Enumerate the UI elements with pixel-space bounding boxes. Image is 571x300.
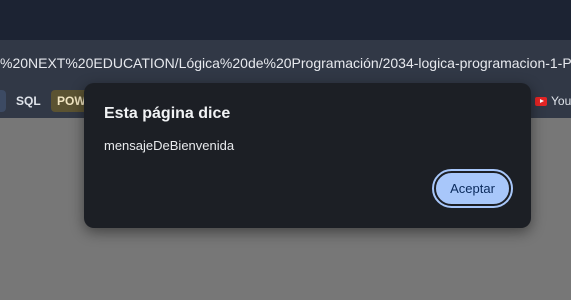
accept-button[interactable]: Aceptar (432, 169, 513, 208)
alert-dialog: Esta página dice mensajeDeBienvenida Ace… (84, 83, 531, 228)
address-url-text[interactable]: %20NEXT%20EDUCATION/Lógica%20de%20Progra… (0, 54, 571, 72)
bookmark-youtube[interactable]: YouTube (533, 90, 571, 112)
dialog-title: Esta página dice (104, 105, 231, 122)
browser-title-bar (0, 0, 571, 40)
bookmark-partial[interactable] (0, 90, 6, 112)
bookmark-youtube-label: YouTube (551, 94, 571, 108)
dialog-message: mensajeDeBienvenida (104, 138, 235, 153)
bookmark-sql[interactable]: SQL (10, 90, 47, 112)
youtube-icon (535, 97, 547, 106)
